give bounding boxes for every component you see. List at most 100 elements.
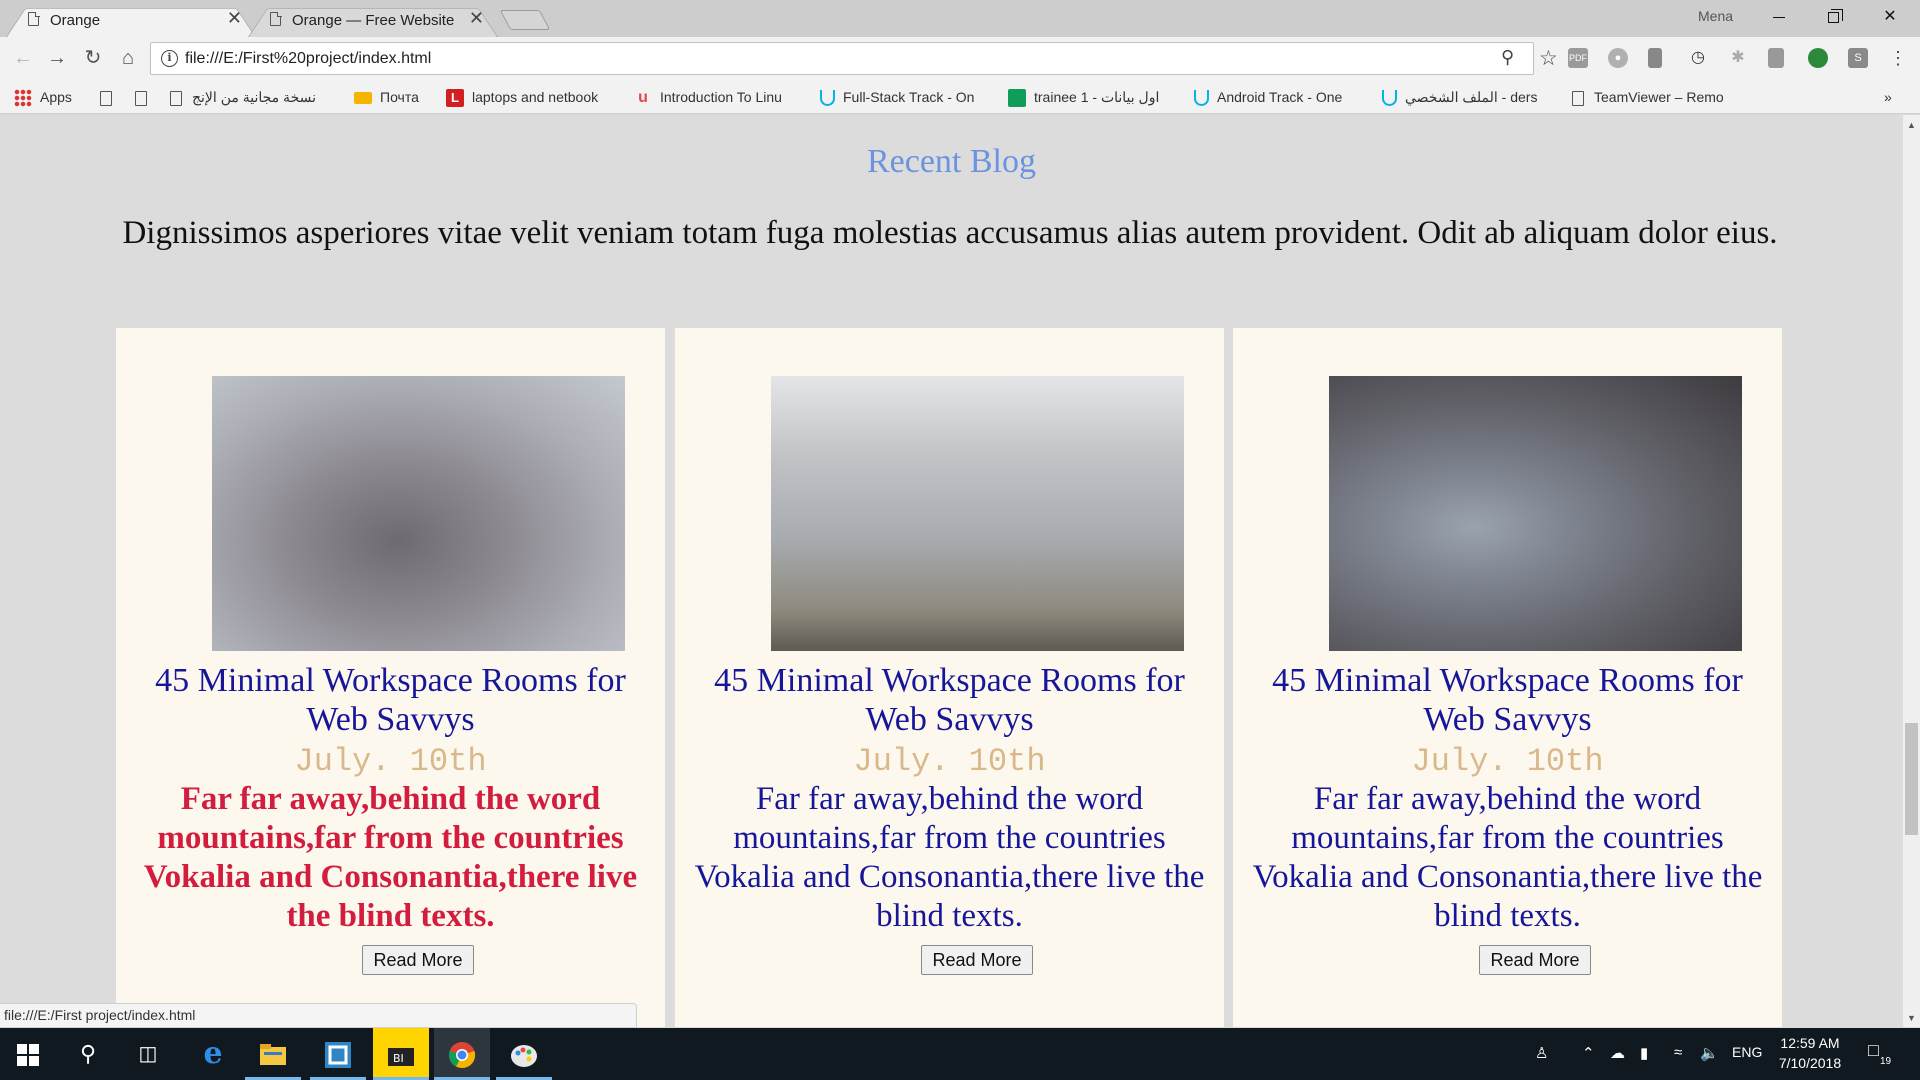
tab-orange-free-website[interactable]: Orange — Free Website T ✕ xyxy=(248,2,498,37)
new-tab-button[interactable] xyxy=(499,10,551,30)
page-icon xyxy=(100,90,112,106)
chevron-up-icon[interactable]: ⌃ xyxy=(1582,1044,1595,1062)
bookmarks-bar: Apps نسخة مجانية من الإنج Почта Llaptops… xyxy=(0,80,1920,114)
clock-time: 12:59 AM xyxy=(1780,1035,1840,1051)
info-icon[interactable]: i xyxy=(161,50,178,67)
cloud-icon[interactable]: ☁ xyxy=(1610,1044,1625,1062)
scrollbar-thumb[interactable] xyxy=(1905,723,1918,835)
blog-card-image[interactable] xyxy=(1329,376,1742,651)
vertical-scrollbar[interactable] xyxy=(1903,115,1920,1027)
video-editor-icon[interactable]: BI xyxy=(373,1028,429,1080)
blog-card-date: July. 10th xyxy=(294,743,487,780)
restore-icon xyxy=(1828,9,1843,23)
minimize-button[interactable] xyxy=(1752,0,1808,34)
blog-card: 45 Minimal Workspace Rooms for Web Savvy… xyxy=(1233,328,1782,1027)
battery-icon[interactable]: ▮ xyxy=(1640,1044,1648,1062)
page-icon xyxy=(170,90,182,106)
blog-card-image[interactable] xyxy=(212,376,625,651)
page-icon xyxy=(270,11,282,26)
people-icon[interactable]: ♙ xyxy=(1535,1044,1548,1062)
bookmark-laptops[interactable]: Llaptops and netbook xyxy=(446,87,616,107)
bookmark-arabic-copy[interactable]: نسخة مجانية من الإنج xyxy=(170,87,340,107)
udacity-icon xyxy=(820,90,835,107)
udacity-icon: u xyxy=(638,89,648,107)
close-tab-icon[interactable]: ✕ xyxy=(469,9,484,27)
l-logo-icon: L xyxy=(446,89,464,107)
search-icon[interactable]: ⚲ xyxy=(60,1028,116,1080)
bookmark-android-track[interactable]: Android Track - One xyxy=(1194,87,1364,107)
pdf-extension-icon[interactable]: PDF xyxy=(1568,48,1588,68)
section-description: Dignissimos asperiores vitae velit venia… xyxy=(122,215,1778,251)
bookmark-pochta[interactable]: Почта xyxy=(354,87,434,107)
read-more-button[interactable]: Read More xyxy=(921,945,1033,975)
reload-icon[interactable]: ↻ xyxy=(80,45,106,71)
bookmark-page-2[interactable] xyxy=(135,87,155,107)
app-icon[interactable] xyxy=(310,1028,366,1080)
blog-card-text: Far far away,behind the word mountains,f… xyxy=(143,781,638,934)
notification-count: 19 xyxy=(1880,1056,1892,1067)
tab-strip: Orange ✕ Orange — Free Website T ✕ Mena … xyxy=(0,0,1920,37)
restore-button[interactable] xyxy=(1806,0,1862,34)
address-bar[interactable]: i file:///E:/First%20project/index.html … xyxy=(150,42,1558,75)
read-more-button[interactable]: Read More xyxy=(1479,945,1591,975)
extension-icon[interactable]: ● xyxy=(1608,48,1628,68)
apps-grid-icon xyxy=(14,89,32,107)
bookmark-trainee[interactable]: trainee 1 - اول بيانات xyxy=(1008,87,1178,107)
profile-name[interactable]: Mena xyxy=(1698,8,1733,24)
svg-text:BI: BI xyxy=(393,1052,404,1065)
windows-start-icon[interactable] xyxy=(0,1028,56,1080)
blog-card-title[interactable]: 45 Minimal Workspace Rooms for Web Savvy… xyxy=(136,661,645,739)
notifications-icon[interactable]: □ xyxy=(1868,1040,1879,1061)
home-icon[interactable]: ⌂ xyxy=(115,45,141,71)
paint-icon[interactable] xyxy=(496,1028,552,1080)
forward-arrow-icon[interactable]: → xyxy=(44,45,70,71)
menu-kebab-icon[interactable]: ⋮ xyxy=(1888,48,1908,68)
bookmarks-overflow-button[interactable]: » xyxy=(1884,87,1904,107)
blog-card-date: July. 10th xyxy=(853,743,1046,780)
wifi-icon[interactable]: ≈ xyxy=(1674,1044,1682,1061)
bookmark-teamviewer[interactable]: TeamViewer – Remo xyxy=(1572,87,1744,107)
status-url-bubble: file:///E:/First project/index.html xyxy=(0,1003,637,1028)
save-extension-icon[interactable] xyxy=(1768,48,1784,68)
zoom-icon[interactable]: ⚲ xyxy=(1501,47,1514,68)
scroll-up-arrow-icon[interactable]: ▲ xyxy=(1903,117,1920,134)
bookmark-extension-icon[interactable] xyxy=(1648,48,1662,68)
clock-date: 7/10/2018 xyxy=(1778,1055,1842,1071)
clock[interactable]: 12:59 AM 7/10/2018 xyxy=(1772,1033,1848,1073)
edge-icon[interactable]: e xyxy=(185,1028,241,1080)
bookmark-full-stack[interactable]: Full-Stack Track - On xyxy=(820,87,990,107)
volume-icon[interactable]: 🔈 xyxy=(1700,1044,1719,1062)
udacity-icon xyxy=(1382,90,1397,107)
globe-extension-icon[interactable] xyxy=(1808,48,1828,68)
close-tab-icon[interactable]: ✕ xyxy=(227,9,242,27)
chrome-icon[interactable] xyxy=(434,1028,490,1080)
close-window-button[interactable]: ✕ xyxy=(1862,0,1918,34)
blog-card-title[interactable]: 45 Minimal Workspace Rooms for Web Savvy… xyxy=(695,661,1204,739)
language-indicator[interactable]: ENG xyxy=(1732,1044,1762,1060)
speed-extension-icon[interactable]: ◷ xyxy=(1688,48,1708,68)
bookmark-page-1[interactable] xyxy=(100,87,120,107)
blog-card-title[interactable]: 45 Minimal Workspace Rooms for Web Savvy… xyxy=(1253,661,1762,739)
bookmark-apps[interactable]: Apps xyxy=(14,87,84,107)
tab-title: Orange xyxy=(50,12,101,29)
page-viewport: Recent Blog Dignissimos asperiores vitae… xyxy=(0,115,1903,1027)
puzzle-extension-icon[interactable]: ✱ xyxy=(1728,48,1748,68)
scroll-down-arrow-icon[interactable]: ▼ xyxy=(1903,1010,1920,1027)
windows-taskbar: ⚲ ◫ e BI xyxy=(0,1028,1920,1080)
read-more-button[interactable]: Read More xyxy=(362,945,474,975)
tab-orange-active[interactable]: Orange ✕ xyxy=(6,2,256,37)
task-view-icon[interactable]: ◫ xyxy=(120,1028,176,1080)
bookmark-intro-linux[interactable]: u Introduction To Linu xyxy=(634,87,804,107)
page-icon xyxy=(135,90,147,106)
back-arrow-icon[interactable]: ← xyxy=(10,45,36,71)
bookmark-star-icon[interactable]: ☆ xyxy=(1539,46,1558,71)
blog-card-image[interactable] xyxy=(771,376,1184,651)
address-url[interactable]: file:///E:/First%20project/index.html xyxy=(185,50,431,68)
s-extension-icon[interactable]: S xyxy=(1848,48,1868,68)
mail-icon xyxy=(354,92,372,105)
section-title: Recent Blog xyxy=(866,143,1037,180)
page-icon xyxy=(28,11,40,26)
file-explorer-icon[interactable] xyxy=(245,1028,301,1080)
blog-card: 45 Minimal Workspace Rooms for Web Savvy… xyxy=(675,328,1224,1027)
bookmark-profile[interactable]: الملف الشخصي - ders xyxy=(1382,87,1554,107)
